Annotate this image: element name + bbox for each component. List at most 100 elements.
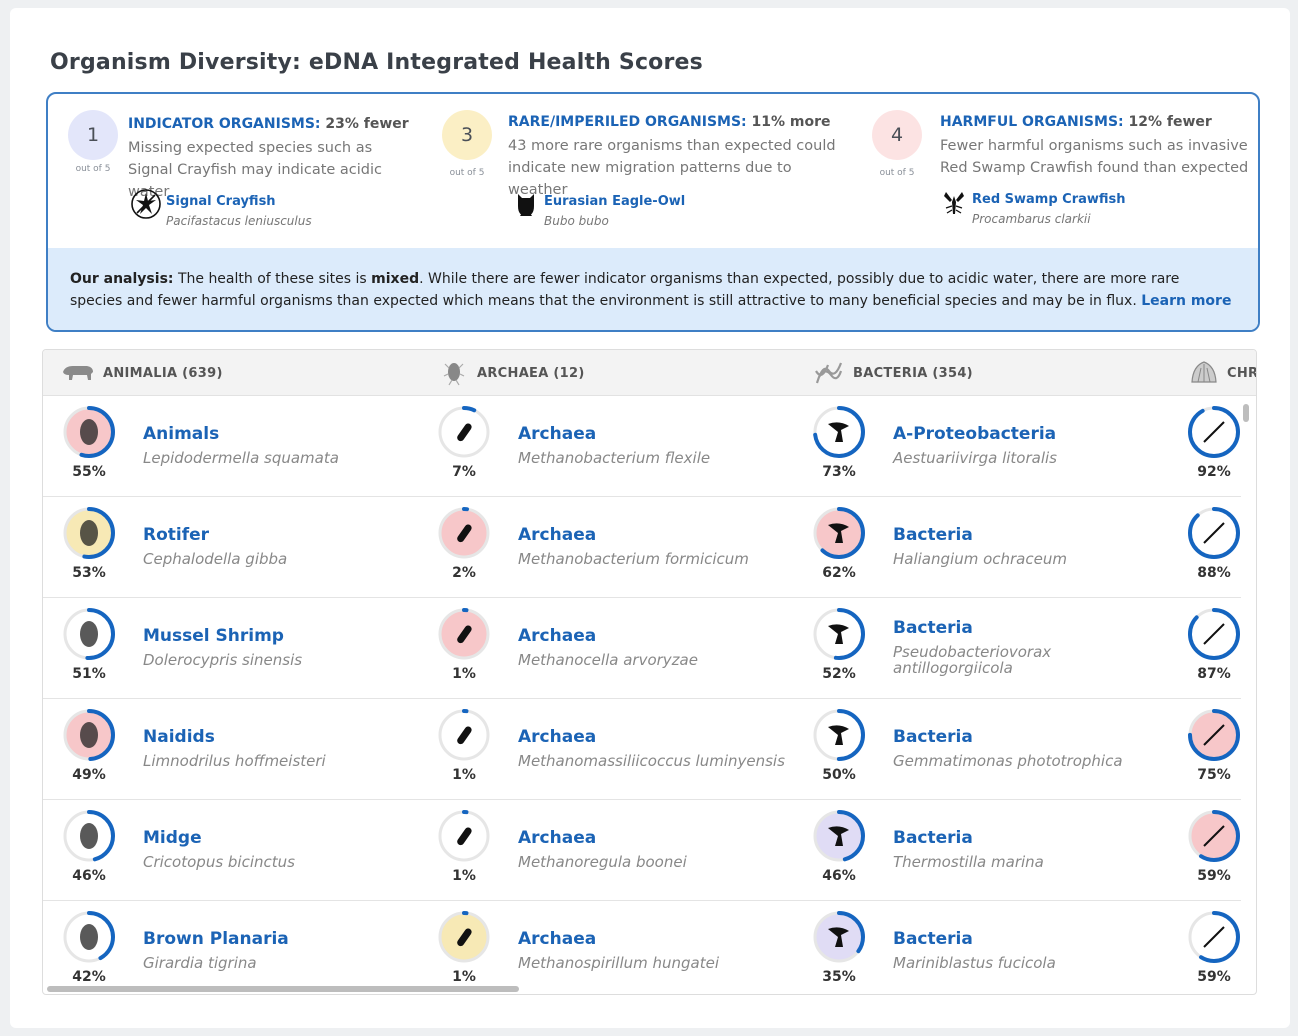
organism-name[interactable]: Bacteria: [893, 727, 973, 747]
organism-name[interactable]: Bacteria: [893, 929, 973, 949]
crayfish-icon: [131, 189, 161, 219]
abundance-percent: 1%: [452, 969, 476, 985]
column-header-archaea[interactable]: ARCHAEA (12): [439, 350, 585, 396]
score-heading: HARMFUL ORGANISMS: 12% fewer: [940, 114, 1212, 130]
abundance-percent: 88%: [1197, 565, 1231, 581]
species-link[interactable]: Eurasian Eagle-Owl: [544, 194, 685, 209]
organism-cell[interactable]: 1% Archaea Methanomassiliicoccus luminyens…: [418, 699, 793, 800]
abundance-ring: [813, 810, 865, 862]
abundance-percent: 75%: [1197, 767, 1231, 783]
organism-cell[interactable]: 1% Archaea Methanospirillum hungatei: [418, 901, 793, 986]
score-out-of: out of 5: [75, 164, 111, 174]
organism-cell[interactable]: 2% Archaea Methanobacterium formicicum: [418, 497, 793, 598]
column-header-bacteria[interactable]: BACTERIA (354): [813, 350, 973, 396]
organism-cell[interactable]: 1% Archaea Methanoregula boonei: [418, 800, 793, 901]
organism-name[interactable]: Rotifer: [143, 525, 209, 545]
table-row[interactable]: 51% Mussel Shrimp Dolerocypris sinensis 1% A…: [43, 598, 1241, 699]
organism-cell[interactable]: 75%: [1168, 699, 1241, 800]
organism-name[interactable]: Archaea: [518, 828, 596, 848]
column-header-chromista[interactable]: CHR: [1189, 350, 1256, 396]
abundance-percent: 1%: [452, 666, 476, 682]
score-change: 11% more: [746, 114, 831, 130]
abundance-percent: 7%: [452, 464, 476, 480]
organism-scientific-name: Methanocella arvoryzae: [518, 651, 698, 669]
grid-header: ANIMALIA (639) ARCHAEA (12) BACTERIA (35…: [43, 350, 1256, 396]
organism-cell[interactable]: 46% Midge Cricotopus bicinctus: [43, 800, 418, 901]
table-row[interactable]: 42% Brown Planaria Girardia tigrina 1% Archa…: [43, 901, 1241, 986]
table-row[interactable]: 55% Animals Lepidodermella squamata 7% Archa…: [43, 396, 1241, 497]
organism-cell[interactable]: 73% A-Proteobacteria Aestuariivirga litora…: [793, 396, 1168, 497]
scrollbar-thumb[interactable]: [47, 986, 519, 992]
organism-name[interactable]: Archaea: [518, 626, 596, 646]
abundance-ring: [63, 810, 115, 862]
abundance-ring: [63, 507, 115, 559]
organism-cell[interactable]: 88%: [1168, 497, 1241, 598]
owl-icon: [518, 194, 534, 216]
score-circle: 3: [442, 110, 492, 160]
organism-name[interactable]: Bacteria: [893, 618, 973, 638]
abundance-percent: 2%: [452, 565, 476, 581]
score-category: RARE/IMPERILED ORGANISMS:: [508, 114, 747, 130]
organism-cell[interactable]: 51% Mussel Shrimp Dolerocypris sinensis: [43, 598, 418, 699]
table-row[interactable]: 53% Rotifer Cephalodella gibba 2% Archaea Met…: [43, 497, 1241, 598]
organism-cell[interactable]: 49% Naidids Limnodrilus hoffmeisteri: [43, 699, 418, 800]
learn-more-link[interactable]: Learn more: [1141, 293, 1231, 309]
score-category: HARMFUL ORGANISMS:: [940, 114, 1124, 130]
abundance-ring: [1188, 608, 1240, 660]
organism-name[interactable]: Archaea: [518, 929, 596, 949]
abundance-percent: 1%: [452, 868, 476, 884]
organism-cell[interactable]: 50% Bacteria Gemmatimonas phototrophica: [793, 699, 1168, 800]
organism-cell[interactable]: 59%: [1168, 800, 1241, 901]
organism-name[interactable]: Bacteria: [893, 828, 973, 848]
organism-cell[interactable]: 53% Rotifer Cephalodella gibba: [43, 497, 418, 598]
organism-cell[interactable]: 59%: [1168, 901, 1241, 986]
organism-name[interactable]: A-Proteobacteria: [893, 424, 1056, 444]
organism-name[interactable]: Archaea: [518, 727, 596, 747]
organism-cell[interactable]: 1% Archaea Methanocella arvoryzae: [418, 598, 793, 699]
organism-scientific-name: Thermostilla marina: [893, 853, 1044, 871]
bacteria-icon: [815, 362, 843, 384]
abundance-ring: [63, 911, 115, 963]
organism-name[interactable]: Midge: [143, 828, 202, 848]
organism-cell[interactable]: 55% Animals Lepidodermella squamata: [43, 396, 418, 497]
organism-name[interactable]: Archaea: [518, 525, 596, 545]
organism-name[interactable]: Naidids: [143, 727, 215, 747]
abundance-ring: [1188, 911, 1240, 963]
organism-cell[interactable]: 52% Bacteria Pseudobacteriovorax antillogo…: [793, 598, 1168, 699]
abundance-ring: [1188, 810, 1240, 862]
species-link[interactable]: Red Swamp Crawfish: [972, 192, 1126, 207]
abundance-percent: 53%: [72, 565, 106, 581]
vertical-scrollbar[interactable]: [1242, 396, 1250, 986]
score-description: 43 more rare organisms than expected cou…: [508, 138, 836, 198]
abundance-percent: 49%: [72, 767, 106, 783]
table-row[interactable]: 46% Midge Cricotopus bicinctus 1% Archaea Met…: [43, 800, 1241, 901]
organism-name[interactable]: Archaea: [518, 424, 596, 444]
abundance-ring: [1188, 507, 1240, 559]
column-header-animalia[interactable]: ANIMALIA (639): [61, 350, 223, 396]
scrollbar-thumb[interactable]: [1243, 404, 1249, 422]
species-scientific-name: Bubo bubo: [544, 214, 609, 228]
abundance-percent: 46%: [822, 868, 856, 884]
organism-cell[interactable]: 62% Bacteria Haliangium ochraceum: [793, 497, 1168, 598]
organism-cell[interactable]: 35% Bacteria Mariniblastus fucicola: [793, 901, 1168, 986]
organism-name[interactable]: Brown Planaria: [143, 929, 289, 949]
abundance-ring: [1188, 709, 1240, 761]
score-change: 23% fewer: [320, 116, 409, 132]
organism-cell[interactable]: 7% Archaea Methanobacterium flexile: [418, 396, 793, 497]
abundance-percent: 59%: [1197, 969, 1231, 985]
score-out-of: out of 5: [879, 168, 915, 178]
organism-name[interactable]: Animals: [143, 424, 219, 444]
score-heading: INDICATOR ORGANISMS: 23% fewer: [128, 116, 409, 132]
species-link[interactable]: Signal Crayfish: [166, 194, 276, 209]
organism-cell[interactable]: 46% Bacteria Thermostilla marina: [793, 800, 1168, 901]
organism-scientific-name: Methanospirillum hungatei: [518, 954, 720, 972]
table-row[interactable]: 49% Naidids Limnodrilus hoffmeisteri 1% Arch…: [43, 699, 1241, 800]
organism-cell[interactable]: 42% Brown Planaria Girardia tigrina: [43, 901, 418, 986]
organism-name[interactable]: Mussel Shrimp: [143, 626, 284, 646]
organism-name[interactable]: Bacteria: [893, 525, 973, 545]
organism-cell[interactable]: 92%: [1168, 396, 1241, 497]
abundance-ring: [438, 507, 490, 559]
horizontal-scrollbar[interactable]: [43, 984, 1256, 994]
organism-cell[interactable]: 87%: [1168, 598, 1241, 699]
abundance-percent: 50%: [822, 767, 856, 783]
